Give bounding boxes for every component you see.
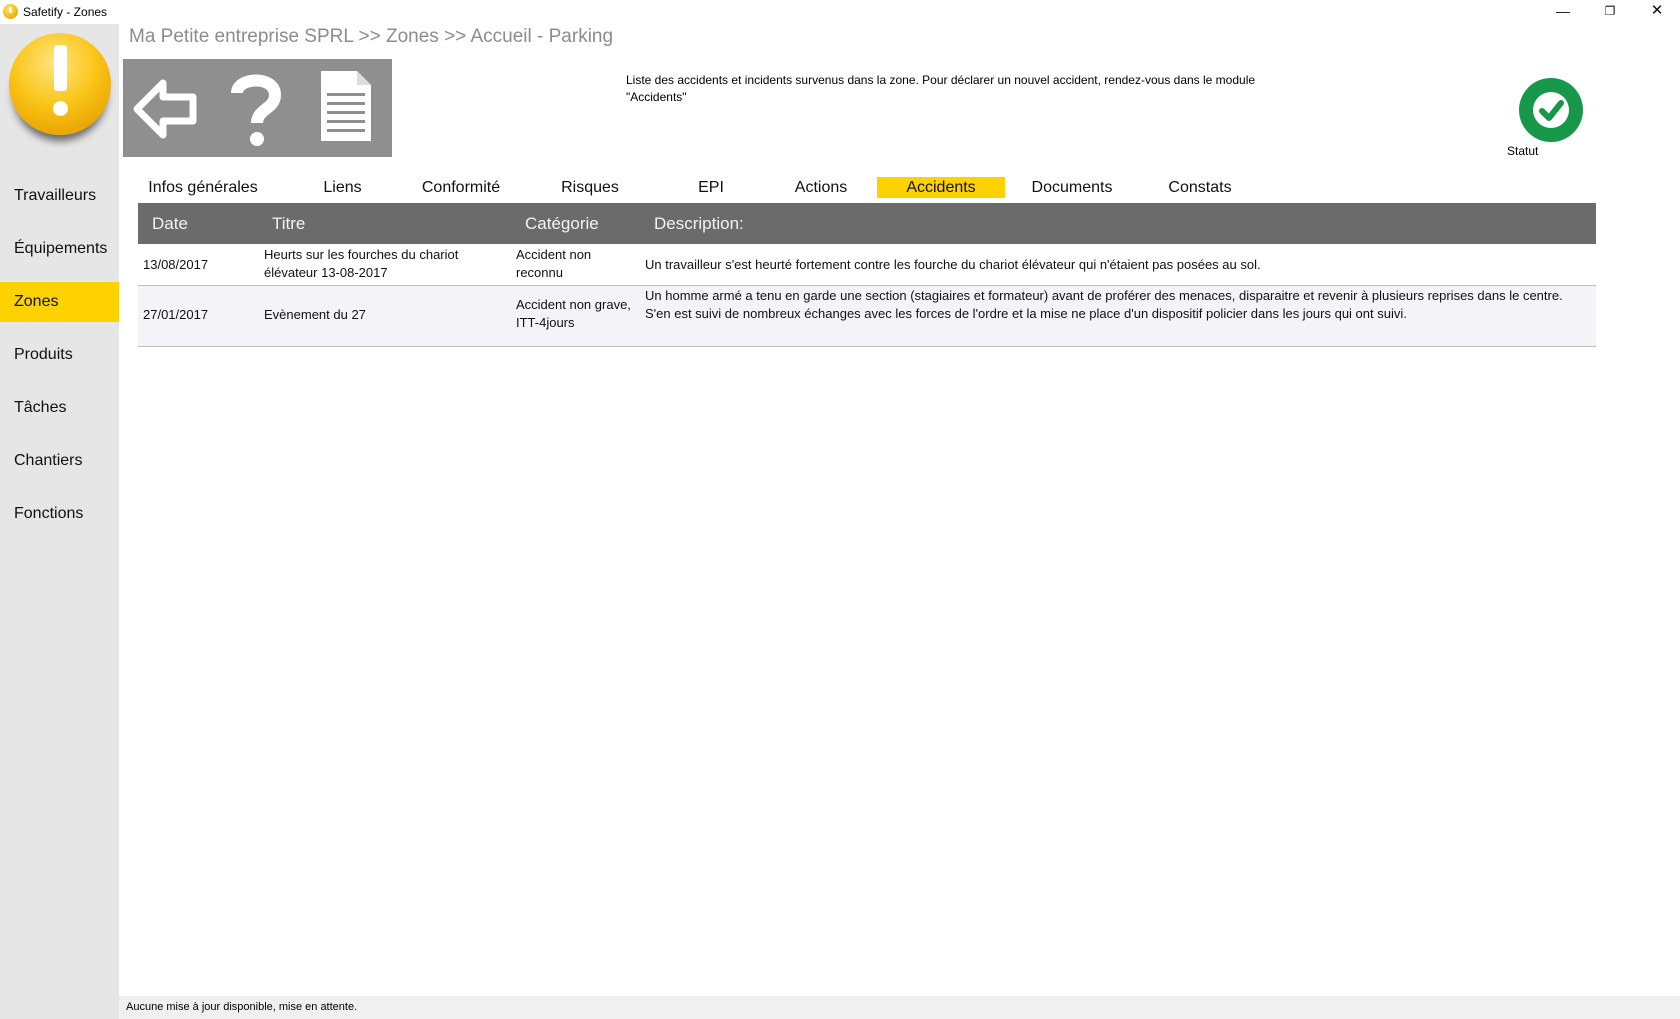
tab-actions[interactable]: Actions bbox=[765, 177, 877, 198]
tab-constats[interactable]: Constats bbox=[1144, 177, 1256, 198]
tab-liens[interactable]: Liens bbox=[290, 177, 395, 198]
help-button[interactable] bbox=[217, 67, 295, 149]
sidebar-item-zones[interactable]: Zones bbox=[0, 282, 119, 322]
cell-description: Un homme armé a tenu en garde une sectio… bbox=[645, 287, 1590, 323]
warning-logo-icon bbox=[9, 33, 111, 135]
description-line: S'en est suivi de nombreux échanges avec… bbox=[645, 306, 1407, 321]
minimize-button[interactable]: — bbox=[1540, 0, 1586, 24]
breadcrumb: Ma Petite entreprise SPRL >> Zones >> Ac… bbox=[129, 26, 614, 47]
tab-infos-generales[interactable]: Infos générales bbox=[138, 177, 268, 198]
tab-documents[interactable]: Documents bbox=[1016, 177, 1128, 198]
tab-accidents[interactable]: Accidents bbox=[877, 177, 1005, 198]
cell-categorie: Accident non reconnu bbox=[516, 247, 592, 280]
close-button[interactable]: ✕ bbox=[1634, 0, 1680, 24]
cell-titre: Heurts sur les fourches du chariot éléva… bbox=[264, 247, 459, 280]
check-icon bbox=[1533, 92, 1569, 128]
toolbar bbox=[123, 59, 392, 157]
window-title: Safetify - Zones bbox=[23, 5, 108, 19]
title-bar: Safetify - Zones — ❐ ✕ bbox=[0, 0, 1680, 24]
back-arrow-icon bbox=[133, 79, 197, 139]
tab-risques[interactable]: Risques bbox=[534, 177, 646, 198]
sidebar-item-travailleurs[interactable]: Travailleurs bbox=[0, 176, 119, 216]
cell-categorie: Accident non grave, ITT-4jours bbox=[516, 297, 631, 330]
cell-date: 13/08/2017 bbox=[143, 257, 209, 272]
tab-conformite[interactable]: Conformité bbox=[400, 177, 522, 198]
statut-button[interactable] bbox=[1519, 78, 1583, 142]
cell-description: Un travailleur s'est heurté fortement co… bbox=[645, 257, 1261, 272]
column-header-date[interactable]: Date bbox=[152, 203, 188, 245]
status-bar: Aucune mise à jour disponible, mise en a… bbox=[119, 996, 1680, 1019]
sidebar-item-fonctions[interactable]: Fonctions bbox=[0, 494, 119, 534]
maximize-button[interactable]: ❐ bbox=[1587, 0, 1633, 24]
tab-epi[interactable]: EPI bbox=[655, 177, 767, 198]
sidebar: Travailleurs Équipements Zones Produits … bbox=[0, 24, 119, 1019]
table-row[interactable]: 13/08/2017 Heurts sur les fourches du ch… bbox=[138, 244, 1596, 286]
cell-titre: Evènement du 27 bbox=[264, 307, 366, 322]
report-button[interactable] bbox=[307, 67, 385, 149]
info-text: Liste des accidents et incidents survenu… bbox=[626, 73, 1256, 104]
accidents-table: Date Titre Catégorie Description: 13/08/… bbox=[138, 203, 1596, 347]
sidebar-item-chantiers[interactable]: Chantiers bbox=[0, 441, 119, 481]
statut-label: Statut bbox=[1507, 144, 1539, 158]
document-icon bbox=[321, 71, 371, 141]
question-mark-icon bbox=[231, 74, 282, 146]
sidebar-item-taches[interactable]: Tâches bbox=[0, 388, 119, 428]
table-row[interactable]: 27/01/2017 Evènement du 27 Accident non … bbox=[138, 286, 1596, 347]
cell-date: 27/01/2017 bbox=[143, 307, 209, 322]
app-logo-icon bbox=[3, 4, 18, 19]
sidebar-item-produits[interactable]: Produits bbox=[0, 335, 119, 375]
sidebar-item-equipements[interactable]: Équipements bbox=[0, 229, 119, 269]
back-button[interactable] bbox=[129, 67, 207, 149]
table-header: Date Titre Catégorie Description: bbox=[138, 203, 1596, 244]
status-message: Aucune mise à jour disponible, mise en a… bbox=[126, 1001, 358, 1013]
description-line: Un homme armé a tenu en garde une sectio… bbox=[645, 288, 1563, 303]
column-header-titre[interactable]: Titre bbox=[272, 203, 305, 245]
column-header-categorie[interactable]: Catégorie bbox=[525, 203, 599, 245]
column-header-description[interactable]: Description: bbox=[654, 203, 744, 245]
